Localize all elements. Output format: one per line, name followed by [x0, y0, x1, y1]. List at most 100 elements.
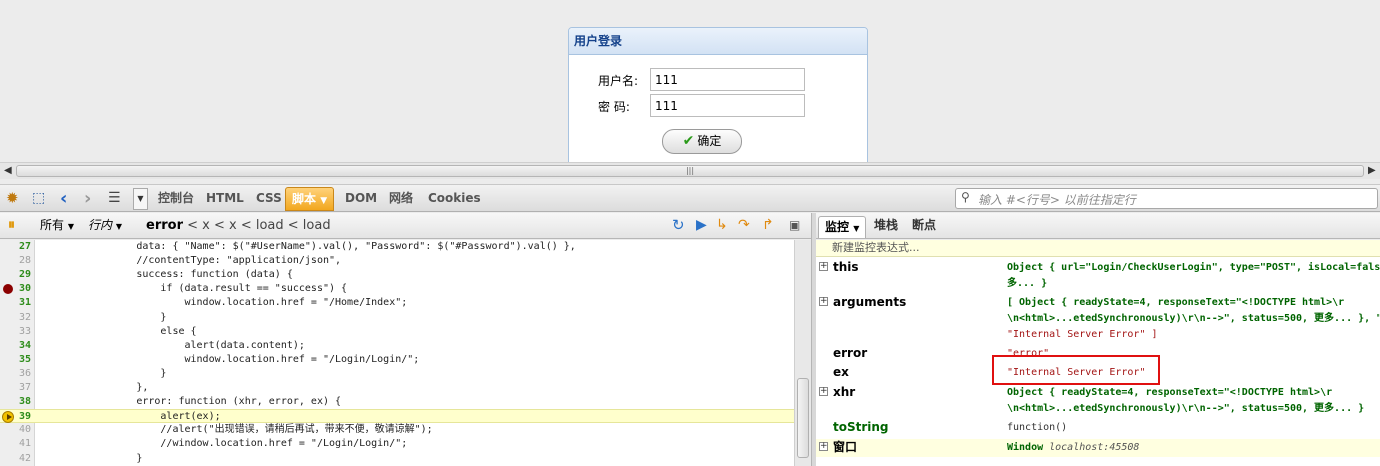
source-line[interactable]: 27 data: { "Name": $("#UserName").val(),… [0, 240, 794, 254]
watch-row[interactable]: + xhr Object { readyState=4, responseText=… [816, 384, 1380, 418]
step-over-icon[interactable]: ↷ [738, 213, 750, 238]
scrollbar-thumb[interactable]: ||| [16, 165, 1364, 177]
tab-watch[interactable]: 监控 ▼ [818, 216, 867, 238]
username-label: 用户名: [598, 74, 639, 88]
tab-script[interactable]: 脚本 ▼ [285, 187, 335, 211]
line-number[interactable]: 32 [0, 311, 31, 325]
expand-icon[interactable]: + [819, 297, 828, 306]
username-input[interactable] [650, 68, 805, 91]
source-line[interactable]: 42 } [0, 452, 794, 466]
horizontal-scrollbar[interactable]: ◀ ||| ▶ [0, 162, 1380, 179]
code-text: alert(data.content); [40, 339, 305, 351]
source-line[interactable]: 41 //window.location.href = "/Login/Logi… [0, 437, 794, 451]
tab-html[interactable]: HTML [206, 185, 244, 212]
source-line[interactable]: 38 error: function (xhr, error, ex) { [0, 395, 794, 409]
expand-icon[interactable]: + [819, 262, 828, 271]
expand-icon[interactable]: + [819, 387, 828, 396]
line-number[interactable]: 29 [0, 268, 31, 282]
source-line[interactable]: 29 success: function (data) { [0, 268, 794, 282]
source-line[interactable]: 31 window.location.href = "/Home/Index"; [0, 296, 794, 310]
ok-button[interactable]: ✔ 确定 [662, 129, 742, 154]
tab-dom[interactable]: DOM [345, 185, 377, 212]
back-icon[interactable]: ‹ [60, 185, 67, 212]
continue-icon[interactable]: ▶ [696, 213, 707, 238]
watch-name: arguments [833, 295, 907, 309]
line-number[interactable]: 38 [0, 395, 31, 409]
source-line-current[interactable]: 39 alert(ex); [0, 409, 794, 424]
line-number[interactable]: 35 [0, 353, 31, 367]
password-input[interactable] [650, 94, 805, 117]
chevron-down-icon[interactable]: ▼ [133, 188, 148, 210]
watch-row[interactable]: + 窗口 Window localhost:45508 [816, 439, 1380, 457]
filter-inline-dropdown[interactable]: 行内 ▼ [88, 213, 122, 238]
tab-console[interactable]: 控制台 [158, 185, 194, 212]
filter-all-label: 所有 [40, 218, 65, 232]
pause-icon[interactable]: ⏸ [8, 213, 15, 238]
firebug-bug-icon[interactable]: ✹ [6, 185, 19, 212]
toggle-side-panel-icon[interactable]: ▣ [789, 213, 800, 238]
line-number[interactable]: 41 [0, 437, 31, 451]
source-scrollbar-thumb[interactable] [797, 378, 809, 458]
forward-icon[interactable]: › [84, 185, 91, 212]
tab-script-label: 脚本 [292, 192, 317, 206]
watch-value-location: localhost:45508 [1049, 442, 1140, 453]
line-number[interactable]: 33 [0, 325, 31, 339]
watch-value-line: [ Object { readyState=4, responseText="<… [1007, 297, 1345, 308]
watch-value-line: Window [1007, 442, 1044, 453]
tab-watch-label: 监控 [825, 220, 850, 234]
watch-name: xhr [833, 385, 856, 399]
watch-row[interactable]: + this Object { url="Login/CheckUserLogin"… [816, 259, 1380, 293]
watch-row[interactable]: toString function() [816, 419, 1380, 437]
source-line[interactable]: 32 } [0, 311, 794, 325]
script-panel-toolbar: ⏸ 所有 ▼ 行内 ▼ error < x < x < load < load … [0, 213, 811, 239]
scroll-right-icon[interactable]: ▶ [1368, 165, 1376, 176]
code-text: //alert("出现错误，请稍后再试，带来不便，敬请谅解"); [40, 424, 433, 436]
source-line[interactable]: 37 }, [0, 381, 794, 395]
crumb-rest[interactable]: < x < x < load < load [187, 218, 330, 233]
line-number[interactable]: 40 [0, 423, 31, 437]
source-line[interactable]: 34 alert(data.content); [0, 339, 794, 353]
scroll-left-icon[interactable]: ◀ [4, 165, 12, 176]
watch-row[interactable]: + arguments [ Object { readyState=4, respo… [816, 294, 1380, 344]
step-out-icon[interactable]: ↱ [762, 213, 774, 238]
source-line[interactable]: 40 //alert("出现错误，请稍后再试，带来不便，敬请谅解"); [0, 423, 794, 437]
source-line[interactable]: 36 } [0, 367, 794, 381]
tab-stack[interactable]: 堆栈 [874, 213, 898, 238]
watch-value-line: Object { url="Login/CheckUserLogin", typ… [1007, 262, 1380, 273]
source-scrollbar[interactable] [794, 240, 811, 466]
menu-icon[interactable]: ☰ [108, 185, 121, 212]
line-number[interactable]: 37 [0, 381, 31, 395]
line-number[interactable]: 36 [0, 367, 31, 381]
watch-value-line: \n<html>...etedSynchronously)\r\n-->", s… [1007, 403, 1365, 414]
new-watch-expression[interactable]: 新建监控表达式... [816, 240, 1380, 257]
tab-cookies[interactable]: Cookies [428, 185, 481, 212]
username-row: 用户名: [569, 68, 867, 92]
line-number[interactable]: 34 [0, 339, 31, 353]
code-text: if (data.result == "success") { [40, 283, 348, 295]
tab-css[interactable]: CSS [256, 185, 282, 212]
crumb-current[interactable]: error [146, 218, 183, 233]
search-input[interactable]: ⚲ 输入 #<行号> 以前往指定行 [955, 188, 1378, 209]
line-number[interactable]: 42 [0, 452, 31, 466]
tab-dropdown-icon: ▼ [320, 196, 328, 206]
line-number[interactable]: 27 [0, 240, 31, 254]
line-number[interactable]: 31 [0, 296, 31, 310]
source-line[interactable]: 28 //contentType: "application/json", [0, 254, 794, 268]
source-line[interactable]: 35 window.location.href = "/Login/Login/… [0, 353, 794, 367]
call-stack-breadcrumb[interactable]: error < x < x < load < load [146, 213, 331, 238]
source-line[interactable]: 33 else { [0, 325, 794, 339]
watch-value: function() [1007, 420, 1380, 436]
source-line[interactable]: 30 if (data.result == "success") { [0, 282, 794, 296]
rerun-icon[interactable]: ↻ [672, 213, 685, 238]
step-into-icon[interactable]: ↳ [716, 213, 728, 238]
tab-net[interactable]: 网络 [389, 185, 413, 212]
watch-value: Object { url="Login/CheckUserLogin", typ… [1007, 260, 1380, 292]
tab-breakpoints[interactable]: 断点 [912, 213, 936, 238]
expand-icon[interactable]: + [819, 442, 828, 451]
filter-all-dropdown[interactable]: 所有 ▼ [40, 213, 74, 238]
ok-button-label: 确定 [697, 134, 722, 148]
inspect-icon[interactable]: ⬚ [32, 185, 45, 212]
search-icon: ⚲ [961, 190, 970, 204]
watch-name: 窗口 [833, 440, 858, 454]
line-number[interactable]: 28 [0, 254, 31, 268]
